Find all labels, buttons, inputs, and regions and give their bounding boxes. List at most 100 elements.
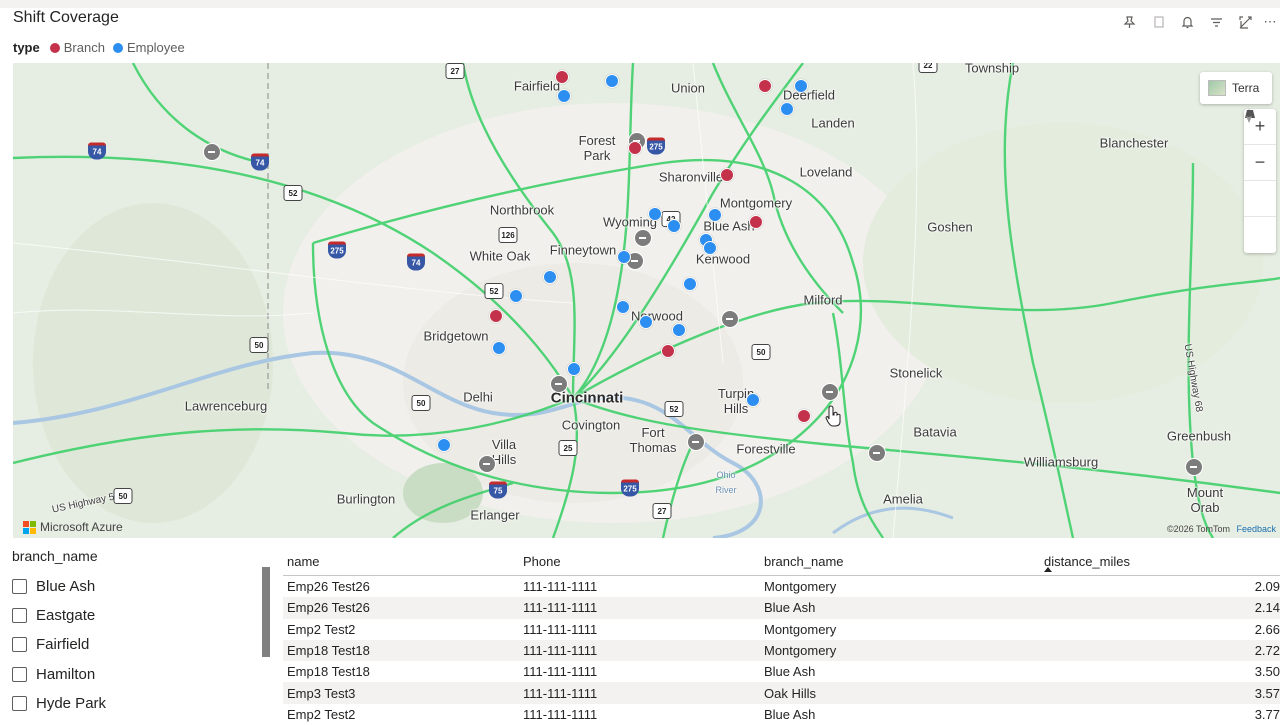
column-header-distance[interactable]: distance_miles	[1040, 554, 1280, 569]
azure-brand: Microsoft Azure	[23, 520, 123, 534]
employee-marker[interactable]	[543, 270, 557, 284]
branch-slicer: branch_name Blue Ash Eastgate Fairfield …	[12, 548, 272, 718]
employee-marker[interactable]	[703, 241, 717, 255]
column-header-name[interactable]: name	[283, 554, 519, 569]
employee-marker[interactable]	[746, 393, 760, 407]
employee-marker[interactable]	[794, 79, 808, 93]
copy-icon[interactable]	[1144, 12, 1173, 32]
place-label: Deerfield	[782, 87, 836, 103]
column-header-phone[interactable]: Phone	[519, 554, 760, 569]
legend-employee-dot	[112, 42, 123, 53]
cell-name: Emp18 Test18	[287, 664, 370, 680]
legend-branch-label[interactable]: Branch	[64, 40, 105, 55]
route-shield: 52	[484, 283, 504, 299]
slicer-item[interactable]: Blue Ash	[12, 572, 272, 601]
route-shield: 50	[249, 337, 269, 353]
map-visual[interactable]: Township Fairfield Union Deerfield Lande…	[13, 63, 1280, 538]
employee-marker[interactable]	[617, 250, 631, 264]
route-shield: 50	[751, 344, 771, 360]
visual-toolbar: ⋯	[1115, 12, 1280, 32]
zoom-out-button[interactable]: −	[1244, 145, 1276, 181]
interstate-shield: 74	[407, 253, 425, 271]
employee-marker[interactable]	[492, 341, 506, 355]
column-header-branch[interactable]: branch_name	[760, 554, 1040, 569]
slicer-item[interactable]: Hyde Park	[12, 689, 272, 718]
bell-icon[interactable]	[1173, 12, 1202, 32]
slicer-item[interactable]: Eastgate	[12, 601, 272, 630]
branch-marker[interactable]	[628, 141, 642, 155]
employee-marker[interactable]	[648, 207, 662, 221]
branch-marker[interactable]	[720, 168, 734, 182]
checkbox[interactable]	[12, 637, 27, 653]
table-row[interactable]: Emp2 Test2 111-111-1111 Montgomery 2.66	[283, 619, 1280, 640]
place-label: Fairfield	[513, 78, 561, 94]
cell-branch: Oak Hills	[764, 685, 817, 701]
cell-phone: 111-111-1111	[523, 621, 598, 637]
poi-icon	[478, 455, 496, 473]
route-shield: 27	[445, 63, 465, 79]
cell-name: Emp3 Test3	[287, 685, 356, 701]
table-row[interactable]: Emp18 Test18 111-111-1111 Blue Ash 3.50	[283, 661, 1280, 682]
employee-marker[interactable]	[780, 102, 794, 116]
filter-icon[interactable]	[1202, 12, 1231, 32]
table-row[interactable]: Emp26 Test26 111-111-1111 Montgomery 2.0…	[283, 576, 1280, 597]
table-row[interactable]: Emp26 Test26 111-111-1111 Blue Ash 2.14	[283, 597, 1280, 619]
employee-marker[interactable]	[509, 289, 523, 303]
branch-marker[interactable]	[758, 79, 772, 93]
slicer-scrollbar[interactable]	[262, 567, 270, 657]
legend-employee-label[interactable]: Employee	[127, 40, 185, 55]
employee-marker[interactable]	[667, 219, 681, 233]
legend: type Branch Employee	[13, 40, 187, 55]
place-label: Union	[671, 80, 705, 96]
map-attribution: ©2026 TomTom Feedback	[1167, 524, 1276, 534]
more-icon[interactable]: ⋯	[1260, 12, 1280, 32]
pitch-icon[interactable]	[1244, 110, 1276, 217]
checkbox[interactable]	[12, 608, 27, 624]
cell-distance: 2.66	[1254, 621, 1280, 637]
employee-marker[interactable]	[605, 74, 619, 88]
poi-icon	[821, 383, 839, 401]
expand-icon[interactable]	[1231, 12, 1260, 32]
slicer-item-label: Hyde Park	[36, 694, 107, 712]
checkbox[interactable]	[12, 579, 27, 595]
slicer-item[interactable]: Hamilton	[12, 660, 272, 689]
slicer-item[interactable]: Fairfield	[12, 630, 272, 659]
employee-marker[interactable]	[639, 315, 653, 329]
cell-distance: 3.50	[1254, 664, 1280, 680]
route-shield: 126	[498, 227, 518, 243]
employee-marker[interactable]	[672, 323, 686, 337]
table-row[interactable]: Emp2 Test2 111-111-1111 Blue Ash 3.77	[283, 704, 1280, 725]
route-shield: 22	[918, 63, 938, 73]
branch-marker[interactable]	[797, 409, 811, 423]
branch-marker[interactable]	[555, 70, 569, 84]
place-label: Goshen	[927, 219, 973, 235]
microsoft-logo-icon	[23, 520, 36, 534]
table-row[interactable]: Emp3 Test3 111-111-1111 Oak Hills 3.57	[283, 682, 1280, 704]
table-row[interactable]: Emp18 Test18 111-111-1111 Montgomery 2.7…	[283, 639, 1280, 662]
branch-marker[interactable]	[489, 309, 503, 323]
map-style-button[interactable]: Terra	[1200, 72, 1272, 104]
checkbox[interactable]	[12, 666, 27, 682]
place-label: Bridgetown	[423, 328, 489, 344]
branch-marker[interactable]	[749, 215, 763, 229]
cell-branch: Blue Ash	[764, 664, 816, 680]
interstate-shield: 275	[621, 479, 639, 497]
employee-marker[interactable]	[616, 300, 630, 314]
feedback-link[interactable]: Feedback	[1236, 524, 1276, 534]
cell-phone: 111-111-1111	[523, 685, 598, 701]
employee-marker[interactable]	[708, 208, 722, 222]
visual-title: Shift Coverage	[13, 9, 119, 26]
place-label: Amelia	[883, 491, 923, 507]
pin-icon[interactable]	[1115, 12, 1144, 32]
interstate-shield: 75	[489, 481, 507, 499]
employee-marker[interactable]	[683, 277, 697, 291]
cell-phone: 111-111-1111	[523, 579, 598, 595]
employee-marker[interactable]	[437, 438, 451, 452]
checkbox[interactable]	[12, 695, 27, 711]
attribution-text: ©2026 TomTom	[1166, 524, 1230, 534]
compass-icon[interactable]	[1244, 109, 1276, 253]
employee-marker[interactable]	[567, 362, 581, 376]
branch-marker[interactable]	[661, 344, 675, 358]
employee-marker[interactable]	[557, 89, 571, 103]
map-controls: + −	[1244, 109, 1276, 253]
